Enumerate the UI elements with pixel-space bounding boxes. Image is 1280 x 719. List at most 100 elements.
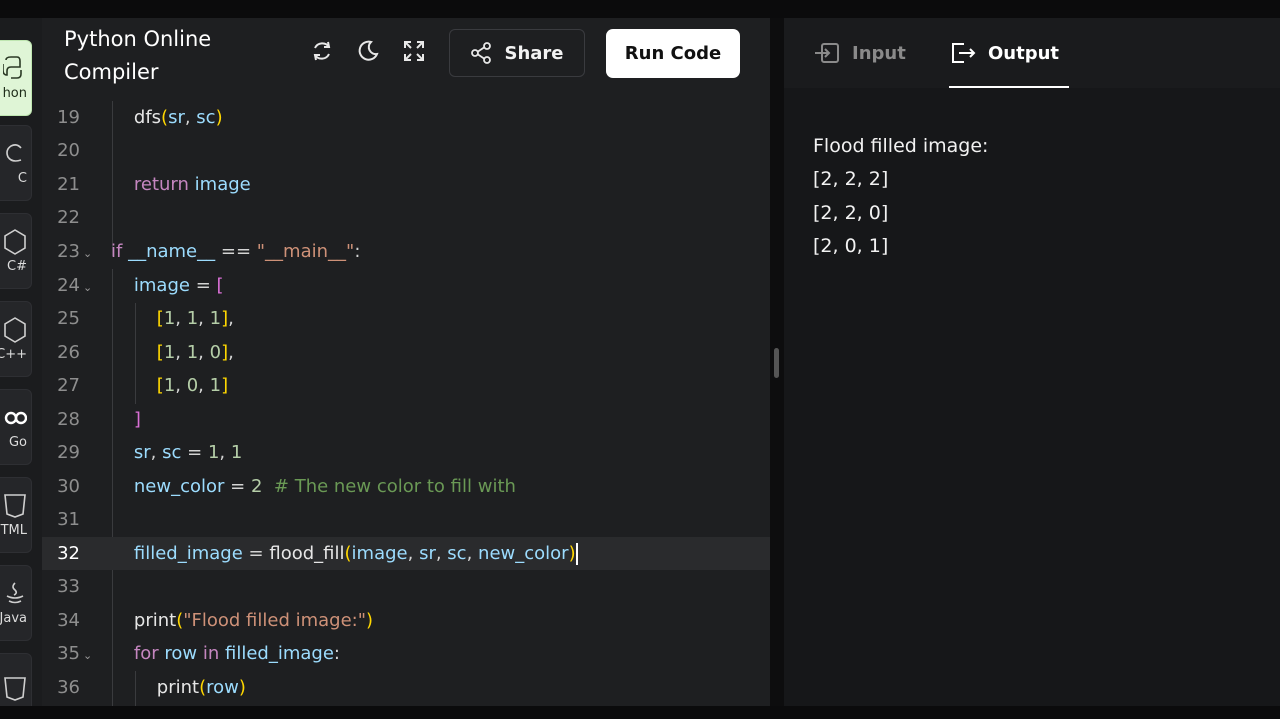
line-number: 20 <box>57 140 80 161</box>
code-text: sr, sc = 1, 1 <box>133 442 243 463</box>
code-text: if __name__ == "__main__": <box>111 241 361 262</box>
run-code-button[interactable]: Run Code <box>606 29 740 78</box>
line-number: 24 <box>57 275 80 296</box>
code-text: new_color = 2 # The new color to fill wi… <box>133 476 516 497</box>
code-line-20: 20 <box>42 134 770 167</box>
html-icon <box>3 493 27 519</box>
lang-label: C <box>17 170 27 186</box>
output-line: Flood filled image: <box>813 135 989 157</box>
line-number: 32 <box>57 543 80 564</box>
lang-python-button[interactable]: hon <box>0 40 32 116</box>
code-text: filled_image = flood_fill(image, sr, sc,… <box>133 543 578 565</box>
code-line-21: 21 return image <box>42 168 770 201</box>
cpp-icon <box>3 316 27 343</box>
output-icon <box>950 41 976 65</box>
line-number: 27 <box>57 375 80 396</box>
panel-resize-handle[interactable] <box>774 348 779 378</box>
line-number: 23 <box>57 241 80 262</box>
lang-label: HTML <box>0 522 27 538</box>
lang-c-button[interactable]: C <box>0 125 32 201</box>
code-line-34: 34 print("Flood filled image:") <box>42 604 770 637</box>
lang-label: C++ <box>0 346 27 362</box>
refresh-icon <box>310 39 334 67</box>
lang-html-button[interactable]: HTML <box>0 477 32 553</box>
code-line-23: 23 ⌄ if __name__ == "__main__": <box>42 235 770 268</box>
c-icon <box>3 141 27 167</box>
editor-header: Python Online Compiler Share Run Code <box>42 18 770 88</box>
lang-js-button[interactable] <box>0 653 32 706</box>
code-text: ] <box>133 409 141 430</box>
lang-label: C# <box>7 258 27 274</box>
code-text: print("Flood filled image:") <box>133 610 374 631</box>
code-line-25: 25 [1, 1, 1], <box>42 302 770 335</box>
line-number: 31 <box>57 509 80 530</box>
line-number: 36 <box>57 677 80 698</box>
lang-label: Go <box>8 434 27 450</box>
window-bottom-strip <box>0 706 1280 719</box>
csharp-icon <box>3 228 27 255</box>
code-line-19: 19 dfs(sr, sc) <box>42 101 770 134</box>
code-line-30: 30 new_color = 2 # The new color to fill… <box>42 470 770 503</box>
code-line-35: 35 ⌄ for row in filled_image: <box>42 637 770 670</box>
lang-csharp-button[interactable]: C# <box>0 213 32 289</box>
line-number: 30 <box>57 476 80 497</box>
tab-label: Input <box>852 42 906 64</box>
fold-chevron-icon[interactable]: ⌄ <box>83 247 92 260</box>
lang-cpp-button[interactable]: C++ <box>0 301 32 377</box>
language-sidebar: hon C C# C++ Go HTML Java <box>0 18 42 706</box>
line-number: 19 <box>57 107 80 128</box>
line-number: 35 <box>57 643 80 664</box>
window-top-strip <box>0 0 1280 18</box>
fullscreen-icon <box>402 39 426 67</box>
code-line-33: 33 <box>42 570 770 603</box>
lang-label: Java <box>0 610 27 626</box>
dark-mode-icon <box>356 39 380 67</box>
lang-label: hon <box>2 85 27 101</box>
page-title: Python Online Compiler <box>64 27 212 84</box>
code-line-29: 29 sr, sc = 1, 1 <box>42 436 770 469</box>
code-text: dfs(sr, sc) <box>133 107 223 128</box>
share-button[interactable]: Share <box>449 29 585 77</box>
lang-java-button[interactable]: Java <box>0 565 32 641</box>
line-number: 22 <box>57 207 80 228</box>
line-number: 26 <box>57 342 80 363</box>
fold-chevron-icon[interactable]: ⌄ <box>83 281 92 294</box>
code-line-31: 31 <box>42 503 770 536</box>
code-line-28: 28 ] <box>42 403 770 436</box>
python-icon <box>3 55 27 82</box>
code-text: [1, 1, 1], <box>156 308 234 329</box>
code-editor[interactable]: 19 dfs(sr, sc) 20 21 return image 22 23 … <box>42 88 770 706</box>
output-line: [2, 2, 0] <box>813 202 889 224</box>
code-line-27: 27 [1, 0, 1] <box>42 369 770 402</box>
line-number: 34 <box>57 610 80 631</box>
io-tabs-header: Input Output <box>784 18 1280 89</box>
code-text: return image <box>133 174 251 195</box>
line-number: 29 <box>57 442 80 463</box>
tab-output[interactable]: Output <box>950 18 1059 88</box>
input-icon <box>814 41 840 65</box>
tab-input[interactable]: Input <box>814 18 906 88</box>
code-line-22: 22 <box>42 201 770 234</box>
code-line-24: 24 ⌄ image = [ <box>42 269 770 302</box>
code-text: [1, 0, 1] <box>156 375 229 396</box>
code-text: for row in filled_image: <box>133 643 340 664</box>
refresh-button[interactable] <box>309 40 335 66</box>
code-line-26: 26 [1, 1, 0], <box>42 336 770 369</box>
line-number: 21 <box>57 174 80 195</box>
line-number: 25 <box>57 308 80 329</box>
output-line: [2, 2, 2] <box>813 168 889 190</box>
dark-mode-toggle[interactable] <box>355 40 381 66</box>
code-text: print(row) <box>156 677 246 698</box>
java-icon <box>3 581 27 607</box>
code-line-36: 36 print(row) <box>42 671 770 704</box>
line-number: 33 <box>57 576 80 597</box>
tab-label: Output <box>988 42 1060 64</box>
fullscreen-button[interactable] <box>401 40 427 66</box>
js-icon <box>3 676 27 702</box>
code-line-32-current: 32 filled_image = flood_fill(image, sr, … <box>42 537 770 570</box>
output-console: Flood filled image: [2, 2, 2] [2, 2, 0] … <box>784 88 1280 706</box>
fold-chevron-icon[interactable]: ⌄ <box>83 649 92 662</box>
code-text: [1, 1, 0], <box>156 342 234 363</box>
code-text: image = [ <box>133 275 224 296</box>
lang-go-button[interactable]: Go <box>0 389 32 465</box>
